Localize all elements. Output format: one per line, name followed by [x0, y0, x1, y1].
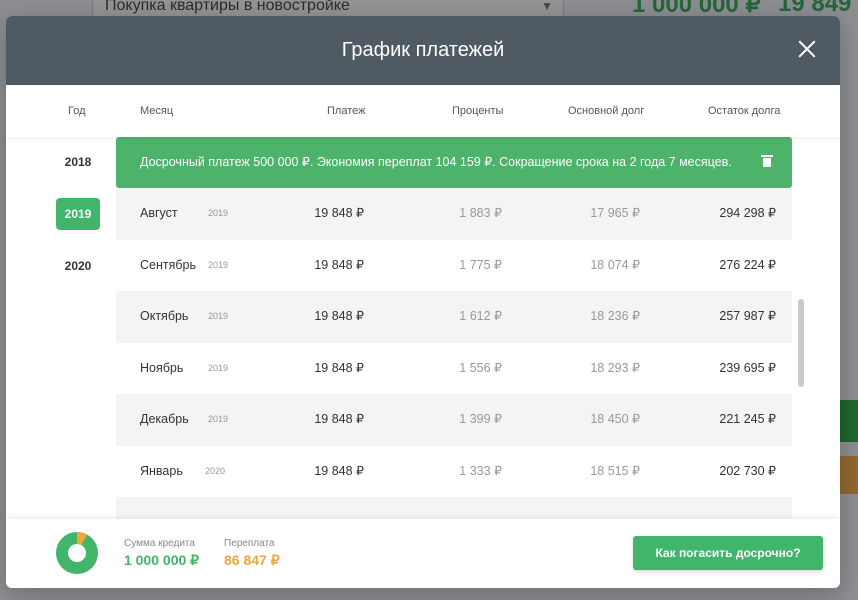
- trash-icon[interactable]: [761, 155, 773, 167]
- row-remaining: 239 695 ₽: [719, 361, 776, 375]
- table-row: Август 2019 19 848 ₽ 1 883 ₽ 17 965 ₽ 29…: [116, 188, 792, 240]
- table-row-partial: [116, 497, 792, 519]
- col-payment: Платеж: [327, 105, 366, 117]
- early-payment-banner: Досрочный платеж 500 000 ₽. Экономия пер…: [116, 137, 792, 188]
- modal-footer: Сумма кредита 1 000 000 ₽ Переплата 86 8…: [6, 519, 840, 588]
- col-month: Месяц: [140, 105, 174, 117]
- row-year: 2019: [208, 363, 229, 373]
- row-month: Январь: [140, 464, 183, 478]
- row-payment: 19 848 ₽: [314, 258, 364, 272]
- early-payment-text: Досрочный платеж 500 000 ₽. Экономия пер…: [140, 155, 732, 169]
- table-row: Сентябрь 2019 19 848 ₽ 1 775 ₽ 18 074 ₽ …: [116, 240, 792, 292]
- row-month: Октябрь: [140, 309, 189, 323]
- overpay-donut-chart: [56, 532, 98, 574]
- modal-header: График платежей: [6, 16, 840, 85]
- row-year: 2019: [208, 208, 229, 218]
- row-interest: 1 399 ₽: [459, 412, 502, 426]
- payment-schedule-modal: График платежей Год Месяц Платеж Процент…: [6, 16, 840, 588]
- table-row: Ноябрь 2019 19 848 ₽ 1 556 ₽ 18 293 ₽ 23…: [116, 343, 792, 395]
- row-month: Декабрь: [140, 412, 189, 426]
- row-remaining: 257 987 ₽: [719, 309, 776, 323]
- table-header: Год Месяц Платеж Проценты Основной долг …: [6, 85, 840, 137]
- loan-amount-value: 1 000 000 ₽: [124, 552, 200, 568]
- col-remaining: Остаток долга: [708, 105, 781, 117]
- row-interest: 1 883 ₽: [459, 206, 502, 220]
- row-payment: 19 848 ₽: [314, 412, 364, 426]
- row-principal: 18 515 ₽: [590, 464, 640, 478]
- row-payment: 19 848 ₽: [314, 309, 364, 323]
- row-principal: 18 236 ₽: [590, 309, 640, 323]
- overpay-label: Переплата: [224, 538, 275, 549]
- row-remaining: 276 224 ₽: [719, 258, 776, 272]
- loan-amount-label: Сумма кредита: [124, 538, 195, 549]
- row-remaining: 221 245 ₽: [719, 412, 776, 426]
- row-principal: 18 293 ₽: [590, 361, 640, 375]
- row-year: 2019: [208, 311, 229, 321]
- row-principal: 18 074 ₽: [590, 258, 640, 272]
- schedule-body: 2018 2019 2020 Досрочный платеж 500 000 …: [6, 137, 840, 519]
- row-payment: 19 848 ₽: [314, 464, 364, 478]
- row-principal: 17 965 ₽: [590, 206, 640, 220]
- row-interest: 1 775 ₽: [459, 258, 502, 272]
- row-remaining: 202 730 ₽: [719, 464, 776, 478]
- year-2018[interactable]: 2018: [56, 146, 100, 178]
- year-2019[interactable]: 2019: [56, 198, 100, 230]
- row-month: Ноябрь: [140, 361, 184, 375]
- scrollbar-thumb[interactable]: [798, 299, 804, 387]
- row-interest: 1 333 ₽: [459, 464, 502, 478]
- row-remaining: 294 298 ₽: [719, 206, 776, 220]
- overpay-value: 86 847 ₽: [224, 552, 280, 568]
- row-payment: 19 848 ₽: [314, 206, 364, 220]
- row-year: 2020: [205, 466, 226, 476]
- row-payment: 19 848 ₽: [314, 361, 364, 375]
- close-icon[interactable]: [798, 40, 816, 58]
- table-row: Декабрь 2019 19 848 ₽ 1 399 ₽ 18 450 ₽ 2…: [116, 394, 792, 446]
- row-interest: 1 556 ₽: [459, 361, 502, 375]
- row-interest: 1 612 ₽: [459, 309, 502, 323]
- row-month: Август: [140, 206, 178, 220]
- early-repay-button[interactable]: Как погасить досрочно?: [633, 536, 823, 570]
- row-year: 2019: [208, 414, 229, 424]
- col-principal: Основной долг: [568, 105, 645, 117]
- col-year: Год: [68, 105, 86, 117]
- table-row: Октябрь 2019 19 848 ₽ 1 612 ₽ 18 236 ₽ 2…: [116, 291, 792, 343]
- modal-title: График платежей: [341, 39, 505, 61]
- row-month: Сентябрь: [140, 258, 196, 272]
- table-row: Январь 2020 19 848 ₽ 1 333 ₽ 18 515 ₽ 20…: [116, 446, 792, 498]
- col-interest: Проценты: [452, 105, 504, 117]
- year-2020[interactable]: 2020: [56, 250, 100, 282]
- row-principal: 18 450 ₽: [590, 412, 640, 426]
- row-year: 2019: [208, 260, 229, 270]
